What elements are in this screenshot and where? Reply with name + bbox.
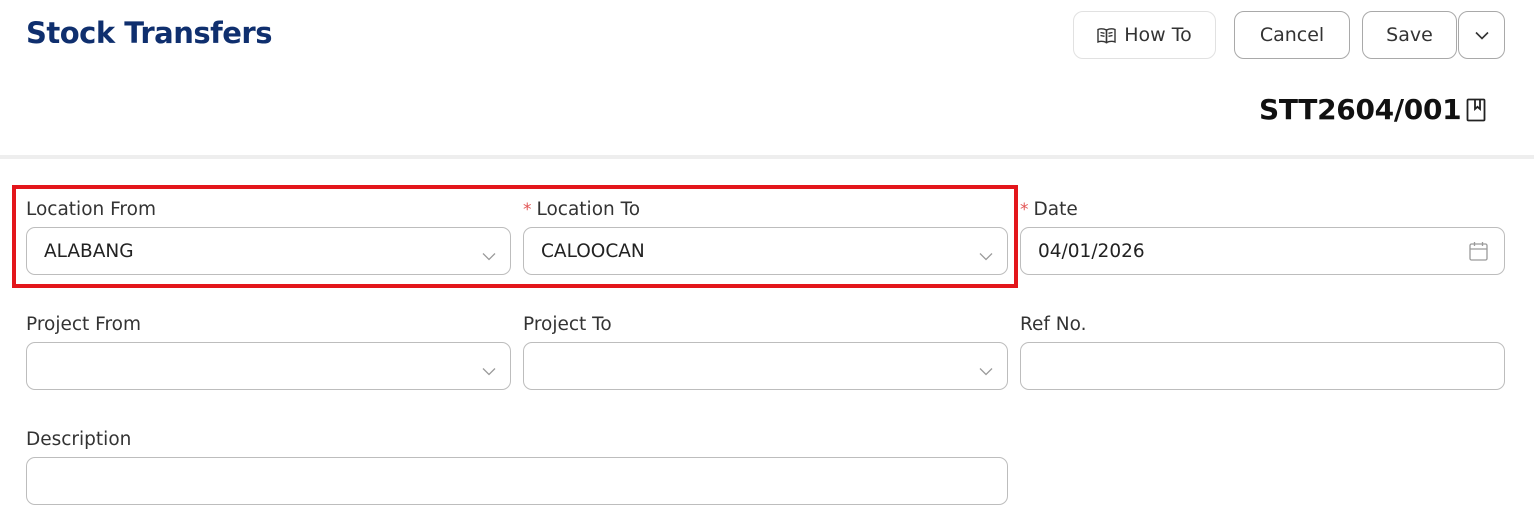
save-button[interactable]: Save xyxy=(1362,11,1457,59)
required-marker: * xyxy=(1020,200,1029,220)
project-from-select[interactable] xyxy=(26,342,511,390)
stock-transfer-page: Stock Transfers How To Cancel Save STT26… xyxy=(0,0,1534,523)
date-input[interactable]: 04/01/2026 xyxy=(1020,227,1505,275)
calendar-icon[interactable] xyxy=(1469,241,1488,266)
location-from-label: Location From xyxy=(26,199,156,220)
location-from-select[interactable]: ALABANG xyxy=(26,227,511,275)
location-from-value: ALABANG xyxy=(44,240,134,262)
date-label: * Date xyxy=(1020,199,1078,220)
ref-no-label: Ref No. xyxy=(1020,314,1087,335)
how-to-label: How To xyxy=(1124,24,1192,46)
project-to-select[interactable] xyxy=(523,342,1008,390)
chevron-down-icon xyxy=(1474,31,1489,40)
location-to-label-text: Location To xyxy=(536,199,641,220)
header-divider xyxy=(0,155,1534,159)
page-title: Stock Transfers xyxy=(26,16,272,50)
ref-no-input[interactable] xyxy=(1020,342,1505,390)
document-number: STT2604/001 xyxy=(1259,93,1462,126)
location-to-label: * Location To xyxy=(523,199,640,220)
book-icon xyxy=(1097,27,1116,44)
bookmark-icon[interactable] xyxy=(1466,98,1486,127)
project-from-label: Project From xyxy=(26,314,142,335)
chevron-down-icon xyxy=(482,360,496,381)
chevron-down-icon xyxy=(979,360,993,381)
date-value: 04/01/2026 xyxy=(1038,240,1145,262)
chevron-down-icon xyxy=(979,245,993,266)
location-to-select[interactable]: CALOOCAN xyxy=(523,227,1008,275)
required-marker: * xyxy=(523,200,532,220)
location-to-value: CALOOCAN xyxy=(541,240,645,262)
project-to-label: Project To xyxy=(523,314,612,335)
description-label: Description xyxy=(26,429,132,450)
date-label-text: Date xyxy=(1033,199,1078,220)
save-options-dropdown-button[interactable] xyxy=(1458,11,1505,59)
cancel-button[interactable]: Cancel xyxy=(1234,11,1350,59)
how-to-button[interactable]: How To xyxy=(1073,11,1216,59)
chevron-down-icon xyxy=(482,245,496,266)
description-input[interactable] xyxy=(26,457,1008,505)
